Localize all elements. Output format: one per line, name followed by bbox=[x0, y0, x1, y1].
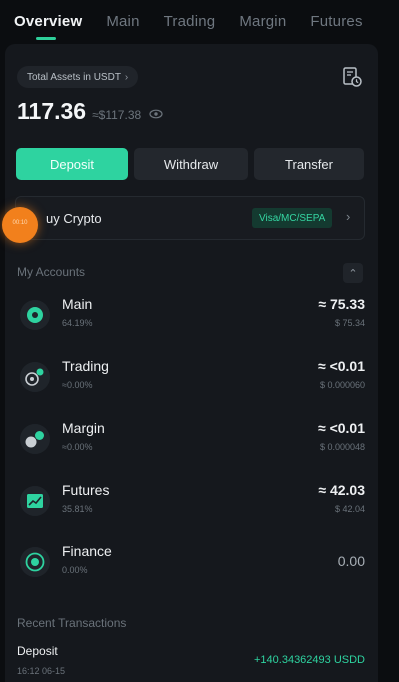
account-row-finance[interactable]: Finance 0.00% 0.00 bbox=[17, 541, 365, 591]
withdraw-button[interactable]: Withdraw bbox=[134, 148, 248, 180]
overview-panel: Total Assets in USDT › 117.36 ≈$117.38 D… bbox=[5, 44, 378, 682]
total-balance: 117.36 ≈$117.38 bbox=[17, 98, 163, 125]
account-name: Futures bbox=[62, 482, 110, 498]
account-amount: ≈ 42.03 bbox=[318, 482, 365, 498]
account-usd-value: $ 75.34 bbox=[334, 318, 365, 328]
account-name: Trading bbox=[62, 358, 109, 374]
chevron-right-icon: › bbox=[124, 71, 129, 83]
tab-main[interactable]: Main bbox=[106, 0, 139, 30]
transaction-type: Deposit bbox=[17, 644, 58, 658]
account-percentage: 64.19% bbox=[62, 318, 93, 328]
wallet-actions: Deposit Withdraw Transfer bbox=[16, 148, 366, 180]
total-balance-usd: ≈$117.38 bbox=[92, 108, 142, 122]
account-row-futures[interactable]: Futures 35.81% ≈ 42.03 $ 42.04 bbox=[17, 480, 365, 530]
tab-margin[interactable]: Margin bbox=[239, 0, 286, 30]
margin-icon bbox=[20, 424, 50, 454]
account-row-main[interactable]: Main 64.19% ≈ 75.33 $ 75.34 bbox=[17, 294, 365, 344]
main-wallet-icon bbox=[20, 300, 50, 330]
tab-trading[interactable]: Trading bbox=[164, 0, 216, 30]
deposit-button[interactable]: Deposit bbox=[16, 148, 128, 180]
account-usd-value: $ 0.000060 bbox=[319, 380, 365, 390]
trading-icon bbox=[20, 362, 50, 392]
futures-chart-icon bbox=[20, 486, 50, 516]
account-name: Main bbox=[62, 296, 93, 312]
account-percentage: ≈0.00% bbox=[62, 442, 93, 452]
account-usd-value: $ 42.04 bbox=[334, 504, 365, 514]
touch-indicator: 00:10 bbox=[2, 207, 38, 243]
account-amount: ≈ <0.01 bbox=[318, 420, 365, 436]
collapse-accounts-button[interactable]: ⌃ bbox=[343, 263, 363, 283]
buy-crypto-row[interactable]: uy Crypto Visa/MC/SEPA › bbox=[15, 196, 365, 240]
account-percentage: 0.00% bbox=[62, 565, 88, 575]
account-row-trading[interactable]: Trading ≈0.00% ≈ <0.01 $ 0.000060 bbox=[17, 356, 365, 406]
finance-icon bbox=[20, 547, 50, 577]
transaction-history-icon[interactable] bbox=[341, 66, 363, 88]
total-assets-label: Total Assets in USDT bbox=[27, 71, 121, 83]
eye-icon[interactable] bbox=[149, 109, 163, 119]
total-assets-selector[interactable]: Total Assets in USDT › bbox=[17, 66, 139, 88]
account-name: Margin bbox=[62, 420, 105, 436]
account-name: Finance bbox=[62, 543, 112, 559]
transfer-button[interactable]: Transfer bbox=[254, 148, 364, 180]
recent-transactions-title: Recent Transactions bbox=[17, 616, 127, 630]
transaction-row[interactable]: Deposit 16:12 06-15 +140.34362493 USDD bbox=[17, 644, 365, 682]
transaction-amount: +140.34362493 USDD bbox=[254, 654, 365, 666]
account-row-margin[interactable]: Margin ≈0.00% ≈ <0.01 $ 0.000048 bbox=[17, 418, 365, 468]
account-percentage: 35.81% bbox=[62, 504, 93, 514]
tab-overview[interactable]: Overview bbox=[14, 0, 82, 40]
account-amount: 0.00 bbox=[337, 553, 365, 569]
touch-indicator-label: 00:10 bbox=[12, 220, 28, 226]
account-amount: ≈ <0.01 bbox=[318, 358, 365, 374]
account-percentage: ≈0.00% bbox=[62, 380, 93, 390]
total-balance-value: 117.36 bbox=[17, 98, 87, 124]
tab-futures[interactable]: Futures bbox=[310, 0, 362, 30]
transaction-time: 16:12 06-15 bbox=[17, 666, 66, 676]
account-usd-value: $ 0.000048 bbox=[319, 442, 365, 452]
account-amount: ≈ 75.33 bbox=[318, 296, 365, 312]
payment-methods-badge: Visa/MC/SEPA bbox=[252, 208, 333, 228]
buy-crypto-label: uy Crypto bbox=[46, 211, 102, 226]
my-accounts-title: My Accounts bbox=[17, 265, 86, 279]
account-tabs: Overview Main Trading Margin Futures bbox=[0, 0, 399, 44]
chevron-right-icon: › bbox=[346, 209, 351, 224]
